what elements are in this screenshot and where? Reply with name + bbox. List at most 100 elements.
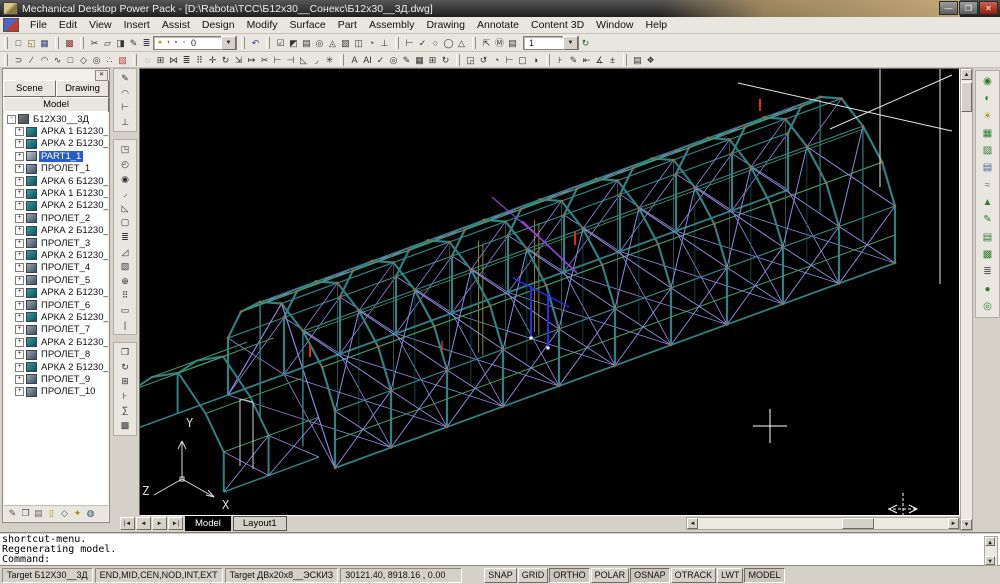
tab-nav-button[interactable]: ► xyxy=(152,517,167,530)
dtext-icon[interactable]: AI xyxy=(361,53,374,67)
toolbar-grip[interactable] xyxy=(4,54,8,66)
scroll-down-icon[interactable]: ▼ xyxy=(961,519,972,530)
tree-item[interactable]: + ПРОЛЕТ_7 xyxy=(4,324,108,336)
maximize-button[interactable]: ❐ xyxy=(959,1,978,15)
work-axis-icon[interactable]: | xyxy=(116,318,134,333)
rib-icon[interactable]: ≣ xyxy=(116,230,134,245)
tree-item[interactable]: + ПРОЛЕТ_5 xyxy=(4,274,108,286)
background-icon[interactable]: ▤ xyxy=(979,159,997,176)
text-style-icon[interactable]: ✎ xyxy=(400,53,413,67)
expand-icon[interactable]: + xyxy=(15,263,24,272)
tree-item[interactable]: + ПРОЛЕТ_4 xyxy=(4,262,108,274)
properties-icon[interactable]: ☑ xyxy=(274,36,287,50)
menu-item[interactable]: Window xyxy=(590,18,639,32)
menu-item[interactable]: View xyxy=(83,18,118,32)
regen-icon[interactable]: ↻ xyxy=(439,53,452,67)
layer-manager-icon[interactable]: ≣ xyxy=(140,36,153,50)
camera-view-icon[interactable]: ◎ xyxy=(979,298,997,315)
chamfer-icon[interactable]: ◺ xyxy=(297,53,310,67)
assembly-catalog-icon[interactable]: ⊞ xyxy=(116,374,134,389)
status-toggle[interactable]: ORTHO xyxy=(549,568,589,583)
line-icon[interactable]: ∕ xyxy=(25,53,38,67)
stretch-icon[interactable]: ↦ xyxy=(245,53,258,67)
tree-item[interactable]: + ПРОЛЕТ_3 xyxy=(4,237,108,249)
erase-icon[interactable]: ◌ xyxy=(141,53,154,67)
camera-icon[interactable]: ◔ xyxy=(490,53,503,67)
undo-icon[interactable]: ↶ xyxy=(249,36,262,50)
save-file-icon[interactable]: ▦ xyxy=(38,36,51,50)
status-toggle[interactable]: MODEL xyxy=(744,568,784,583)
offset-icon[interactable]: ≣ xyxy=(180,53,193,67)
tab-model-space[interactable]: Model xyxy=(185,516,231,531)
mate-constraint-icon[interactable]: ⊦ xyxy=(116,389,134,404)
expand-icon[interactable]: + xyxy=(15,313,24,322)
tree-item[interactable]: + АРКА 1 Б1230_1 xyxy=(4,125,108,137)
toolbar-grip[interactable] xyxy=(241,37,245,49)
zoom-window-icon[interactable]: ◬ xyxy=(326,36,339,50)
tree-item[interactable]: + АРКА 2 Б1230_4 xyxy=(4,249,108,261)
bom-icon[interactable]: ▤ xyxy=(631,53,644,67)
menu-item[interactable]: Drawing xyxy=(420,18,471,32)
move-icon[interactable]: ✛ xyxy=(206,53,219,67)
tree-item[interactable]: + АРКА 2 Б1230_1 xyxy=(4,138,108,150)
menu-item[interactable]: Annotate xyxy=(471,18,525,32)
face-draft-icon[interactable]: ◿ xyxy=(116,245,134,260)
toolbar-grip[interactable] xyxy=(340,54,344,66)
scroll-left-icon[interactable]: ◄ xyxy=(687,518,698,529)
menu-item[interactable]: File xyxy=(24,18,53,32)
expand-icon[interactable]: + xyxy=(15,325,24,334)
tab-nav-button[interactable]: ◄ xyxy=(136,517,151,530)
filter-icon[interactable]: ◇ xyxy=(58,507,71,520)
shell-icon[interactable]: ▢ xyxy=(116,215,134,230)
expand-icon[interactable]: + xyxy=(15,201,24,210)
command-line[interactable]: shortcut-menu.Regenerating model.Command… xyxy=(0,532,1000,566)
3d-orbit-icon[interactable]: ↺ xyxy=(477,53,490,67)
menu-item[interactable]: Edit xyxy=(53,18,83,32)
scroll-right-icon[interactable]: ► xyxy=(948,518,959,529)
visibility-icon[interactable]: ▩ xyxy=(116,418,134,433)
open-file-icon[interactable]: ◱ xyxy=(25,36,38,50)
expand-icon[interactable]: + xyxy=(15,251,24,260)
extend-icon[interactable]: ⊢ xyxy=(271,53,284,67)
mtext-icon[interactable]: A xyxy=(348,53,361,67)
expand-icon[interactable]: + xyxy=(15,139,24,148)
expand-icon[interactable]: + xyxy=(15,164,24,173)
toolbar-grip[interactable] xyxy=(4,37,8,49)
surface-texture-icon[interactable]: ⊢ xyxy=(403,36,416,50)
datum-target-icon[interactable]: ◯ xyxy=(442,36,455,50)
find-icon[interactable]: ◎ xyxy=(387,53,400,67)
tree-item[interactable]: + ПРОЛЕТ_6 xyxy=(4,299,108,311)
toolbar-grip[interactable] xyxy=(133,54,137,66)
model-space-canvas[interactable]: YXZ xyxy=(139,68,960,516)
tab-drawing[interactable]: Drawing xyxy=(56,80,109,97)
copy-icon[interactable]: ▱ xyxy=(101,36,114,50)
tree-item[interactable]: + PART1_1 xyxy=(4,150,108,162)
command-scrollbar[interactable]: ▲ ▼ xyxy=(984,536,998,566)
paste-icon[interactable]: ◨ xyxy=(114,36,127,50)
dim-linear-icon[interactable]: ⇤ xyxy=(580,53,593,67)
tree-item[interactable]: + ПРОЛЕТ_8 xyxy=(4,348,108,360)
close-icon[interactable]: ✕ xyxy=(95,70,108,81)
aerial-view-icon[interactable]: ◔ xyxy=(365,36,378,50)
tab-scene[interactable]: Scene xyxy=(3,80,56,97)
toolbar-grip[interactable] xyxy=(623,54,627,66)
scrollbar-thumb[interactable] xyxy=(961,82,972,112)
leader-icon[interactable]: ⇱ xyxy=(480,36,493,50)
copy-object-icon[interactable]: ⊞ xyxy=(154,53,167,67)
tab-model[interactable]: Model xyxy=(3,97,109,112)
toolbar-grip[interactable] xyxy=(472,37,476,49)
drawing-update-icon[interactable]: ❖ xyxy=(644,53,657,67)
distance-icon[interactable]: ⊢ xyxy=(503,53,516,67)
tree-item[interactable]: + АРКА 6 Б1230_1 xyxy=(4,175,108,187)
circle-icon[interactable]: ◎ xyxy=(90,53,103,67)
landscape-new-icon[interactable]: ▲ xyxy=(979,194,997,211)
layers-icon[interactable]: ◩ xyxy=(287,36,300,50)
scroll-down-icon[interactable]: ▼ xyxy=(985,556,995,565)
menu-item[interactable]: Assist xyxy=(156,18,196,32)
work-plane-icon[interactable]: ▭ xyxy=(116,303,134,318)
update-view-icon[interactable]: ↻ xyxy=(579,36,592,50)
fillet-feature-icon[interactable]: ◞ xyxy=(116,186,134,201)
scale-combo[interactable]: 1 ▼ xyxy=(523,36,579,50)
expand-icon[interactable]: + xyxy=(15,288,24,297)
mapping-icon[interactable]: ▨ xyxy=(979,142,997,159)
